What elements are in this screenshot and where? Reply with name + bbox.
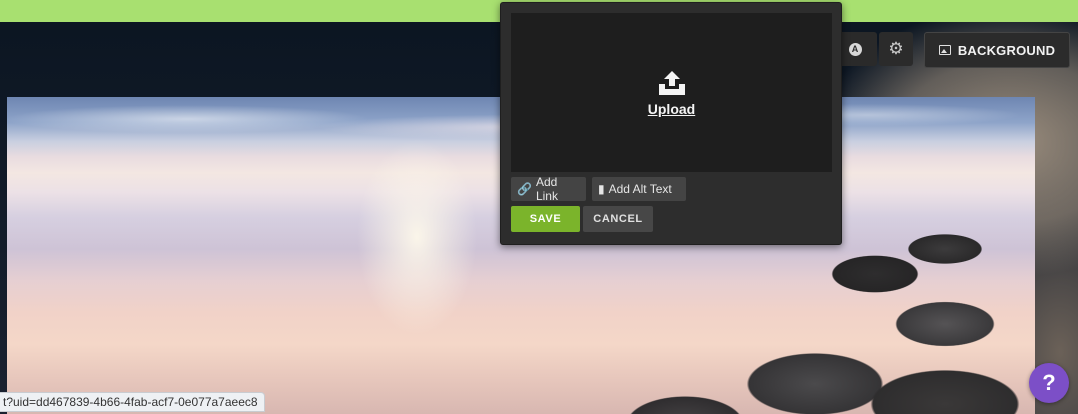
upload-dropzone[interactable]: Upload bbox=[511, 13, 832, 172]
help-button[interactable]: ? bbox=[1029, 363, 1069, 403]
save-button[interactable]: SAVE bbox=[511, 206, 580, 232]
link-icon: 🔗 bbox=[517, 182, 532, 196]
a-badge-icon: A bbox=[848, 42, 862, 56]
image-upload-panel: Upload 🔗 Add Link ▮ Add Alt Text SAVE CA… bbox=[500, 2, 842, 245]
status-bar-url: t?uid=dd467839-4b66-4fab-acf7-0e077a7aee… bbox=[0, 392, 265, 412]
add-alt-text-button[interactable]: ▮ Add Alt Text bbox=[592, 177, 686, 201]
upload-link[interactable]: Upload bbox=[648, 101, 695, 117]
photo-sun-reflection bbox=[337, 137, 497, 397]
background-label: BACKGROUND bbox=[957, 42, 1056, 58]
comment-icon: ▮ bbox=[598, 182, 605, 196]
add-alt-text-label: Add Alt Text bbox=[608, 182, 672, 196]
gear-icon: ⚙ bbox=[888, 39, 904, 58]
cancel-button[interactable]: CANCEL bbox=[583, 206, 653, 232]
add-link-label: Add Link bbox=[535, 175, 558, 203]
settings-button[interactable]: ⚙ bbox=[879, 32, 913, 66]
image-icon bbox=[938, 45, 951, 55]
add-link-button[interactable]: 🔗 Add Link bbox=[511, 175, 586, 203]
upload-icon bbox=[658, 70, 685, 95]
background-button[interactable]: BACKGROUND bbox=[924, 32, 1070, 68]
